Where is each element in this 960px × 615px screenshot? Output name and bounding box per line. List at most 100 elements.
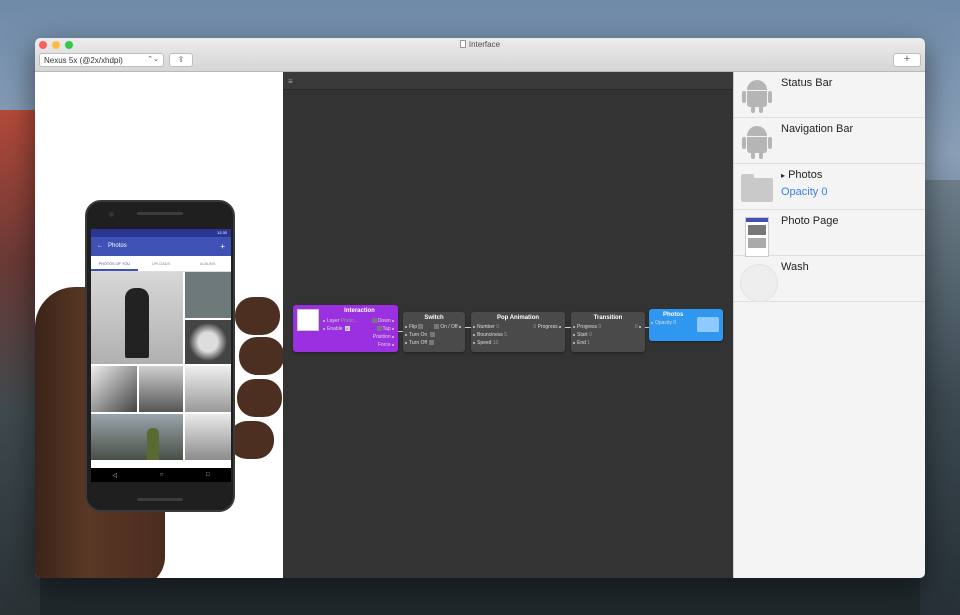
phone-add-icon[interactable]: + xyxy=(220,237,225,256)
output-port-progress[interactable]: 0 Progress xyxy=(533,323,563,331)
android-icon xyxy=(739,76,775,114)
input-port-flip[interactable]: Flip xyxy=(405,323,424,331)
layer-opacity-value[interactable]: Opacity 0 xyxy=(781,186,827,198)
input-port-progress[interactable]: Progress 0 xyxy=(573,323,601,331)
phone-app-bar: ← Photos + xyxy=(91,237,231,256)
layer-row-status-bar[interactable]: Status Bar xyxy=(734,72,925,118)
enable-checkbox[interactable]: ✓ xyxy=(344,326,350,332)
photo-thumbnail[interactable] xyxy=(185,414,231,460)
layer-thumbnail xyxy=(297,309,319,331)
output-port-force[interactable]: Force xyxy=(378,341,396,349)
page-thumbnail xyxy=(739,214,775,257)
finger xyxy=(229,421,274,459)
device-select[interactable]: Nexus 5x (@2x/xhdpi) ⌃⌄ xyxy=(39,53,164,67)
input-port-bounciness[interactable]: Bounciness 5 xyxy=(473,331,507,339)
window-title: Interface xyxy=(35,40,925,49)
plus-icon: + xyxy=(903,53,911,65)
title-bar: Interface Nexus 5x (@2x/xhdpi) ⌃⌄ ⇪ + xyxy=(35,38,925,72)
phone-app-title: Photos xyxy=(108,243,127,249)
device-preview-pane: 12:30 ← Photos + PHOTOS OF YOU UPLOADS A… xyxy=(35,72,283,578)
finger xyxy=(237,379,282,417)
tab-albums[interactable]: ALBUMS xyxy=(184,256,231,271)
patch-transition[interactable]: Transition Progress 0 Start 0 End 1 0 xyxy=(571,312,645,352)
layers-panel: Status Bar Navigation Bar ▸ Photos Opaci… xyxy=(733,72,925,578)
phone-speaker-top xyxy=(137,212,183,215)
input-port-speed[interactable]: Speed 10 xyxy=(473,339,498,347)
back-nav-icon[interactable]: ◁ xyxy=(112,472,117,479)
status-time: 12:30 xyxy=(216,230,227,235)
output-port-on-off[interactable]: On / Off xyxy=(433,323,463,331)
input-port-start[interactable]: Start 0 xyxy=(573,331,592,339)
share-button[interactable]: ⇪ xyxy=(169,53,193,67)
output-port-value[interactable]: 0 xyxy=(635,323,643,331)
recents-nav-icon[interactable]: □ xyxy=(206,472,210,478)
photo-thumbnail[interactable] xyxy=(185,320,231,364)
input-port-opacity[interactable]: Opacity 0 xyxy=(651,319,676,327)
tab-photos-of-you[interactable]: PHOTOS OF YOU xyxy=(91,256,138,271)
photo-thumbnail[interactable] xyxy=(185,366,231,412)
patch-switch[interactable]: Switch Flip Turn On Turn Off On / Off xyxy=(403,312,465,352)
home-nav-icon[interactable]: ○ xyxy=(160,472,164,478)
chevron-updown-icon: ⌃⌄ xyxy=(147,56,159,63)
desktop-wallpaper-left xyxy=(0,110,40,615)
patch-pop-animation[interactable]: Pop Animation Number 0 Bounciness 5 Spee… xyxy=(471,312,565,352)
patch-title: Switch xyxy=(424,315,444,321)
device-select-value: Nexus 5x (@2x/xhdpi) xyxy=(44,56,123,65)
layer-name: ▸ Photos xyxy=(781,169,823,181)
phone-frame: 12:30 ← Photos + PHOTOS OF YOU UPLOADS A… xyxy=(85,200,235,512)
finger xyxy=(239,337,283,375)
photo-thumbnail[interactable] xyxy=(185,272,231,318)
finger xyxy=(235,297,280,335)
android-icon xyxy=(739,122,775,160)
hamburger-menu-icon[interactable]: ≡ xyxy=(288,77,293,86)
phone-camera xyxy=(109,212,114,217)
input-port-number[interactable]: Number 0 xyxy=(473,323,499,331)
layer-name: Wash xyxy=(781,261,809,273)
photo-grid xyxy=(91,272,231,462)
output-port-position[interactable]: Position xyxy=(373,333,396,341)
photo-figure xyxy=(125,288,149,358)
input-port-turn-off[interactable]: Turn Off xyxy=(405,339,435,347)
document-icon xyxy=(459,40,466,48)
input-port-end[interactable]: End 1 xyxy=(573,339,590,347)
layer-row-navigation-bar[interactable]: Navigation Bar xyxy=(734,118,925,164)
layer-name: Photo Page xyxy=(781,215,839,227)
patch-title: Pop Animation xyxy=(496,315,540,321)
phone-speaker-bottom xyxy=(137,498,183,501)
app-window: Interface Nexus 5x (@2x/xhdpi) ⌃⌄ ⇪ + 12… xyxy=(35,38,925,578)
patch-editor-canvas[interactable]: ≡ Interaction Layer Photo... Enable ✓ Do… xyxy=(283,72,733,578)
layer-row-photo-page[interactable]: Photo Page xyxy=(734,210,925,257)
share-icon: ⇪ xyxy=(177,55,185,64)
photo-figure xyxy=(147,428,159,460)
output-port-tap[interactable]: Tap xyxy=(376,325,396,333)
output-port-down[interactable]: Down xyxy=(371,317,396,325)
photo-thumbnail[interactable] xyxy=(91,366,137,412)
photo-thumbnail[interactable] xyxy=(139,366,183,412)
patch-photos-layer[interactable]: Photos Opacity 0 xyxy=(649,309,723,341)
phone-nav-bar: ◁ ○ □ xyxy=(91,468,231,482)
wash-circle xyxy=(739,260,778,302)
photo-thumbnail[interactable] xyxy=(91,272,183,364)
input-port-turn-on[interactable]: Turn On xyxy=(405,331,436,339)
phone-tabs: PHOTOS OF YOU UPLOADS ALBUMS xyxy=(91,256,231,272)
layer-name: Navigation Bar xyxy=(781,123,854,135)
layer-row-photos[interactable]: ▸ Photos Opacity 0 xyxy=(734,164,925,210)
layer-name: Status Bar xyxy=(781,77,833,89)
patch-title: Transition xyxy=(593,315,623,321)
phone-status-bar: 12:30 xyxy=(91,229,231,237)
layer-row-wash[interactable]: Wash xyxy=(734,256,925,302)
add-button[interactable]: + xyxy=(893,53,921,67)
folder-icon xyxy=(697,317,719,332)
back-arrow-icon[interactable]: ← xyxy=(97,243,103,249)
hand-fingers xyxy=(229,297,283,487)
folder-icon xyxy=(739,168,775,206)
tab-uploads[interactable]: UPLOADS xyxy=(138,256,185,271)
photo-thumbnail[interactable] xyxy=(91,414,183,460)
phone-screen: 12:30 ← Photos + PHOTOS OF YOU UPLOADS A… xyxy=(91,229,231,482)
disclosure-triangle-icon[interactable]: ▸ xyxy=(781,171,785,180)
input-port-enable[interactable]: Enable ✓ xyxy=(323,325,351,333)
editor-toolbar: ≡ xyxy=(283,72,733,90)
patch-interaction[interactable]: Interaction Layer Photo... Enable ✓ Down… xyxy=(293,305,398,352)
desktop-wallpaper-right xyxy=(920,180,960,615)
input-port-layer[interactable]: Layer Photo... xyxy=(323,317,358,325)
